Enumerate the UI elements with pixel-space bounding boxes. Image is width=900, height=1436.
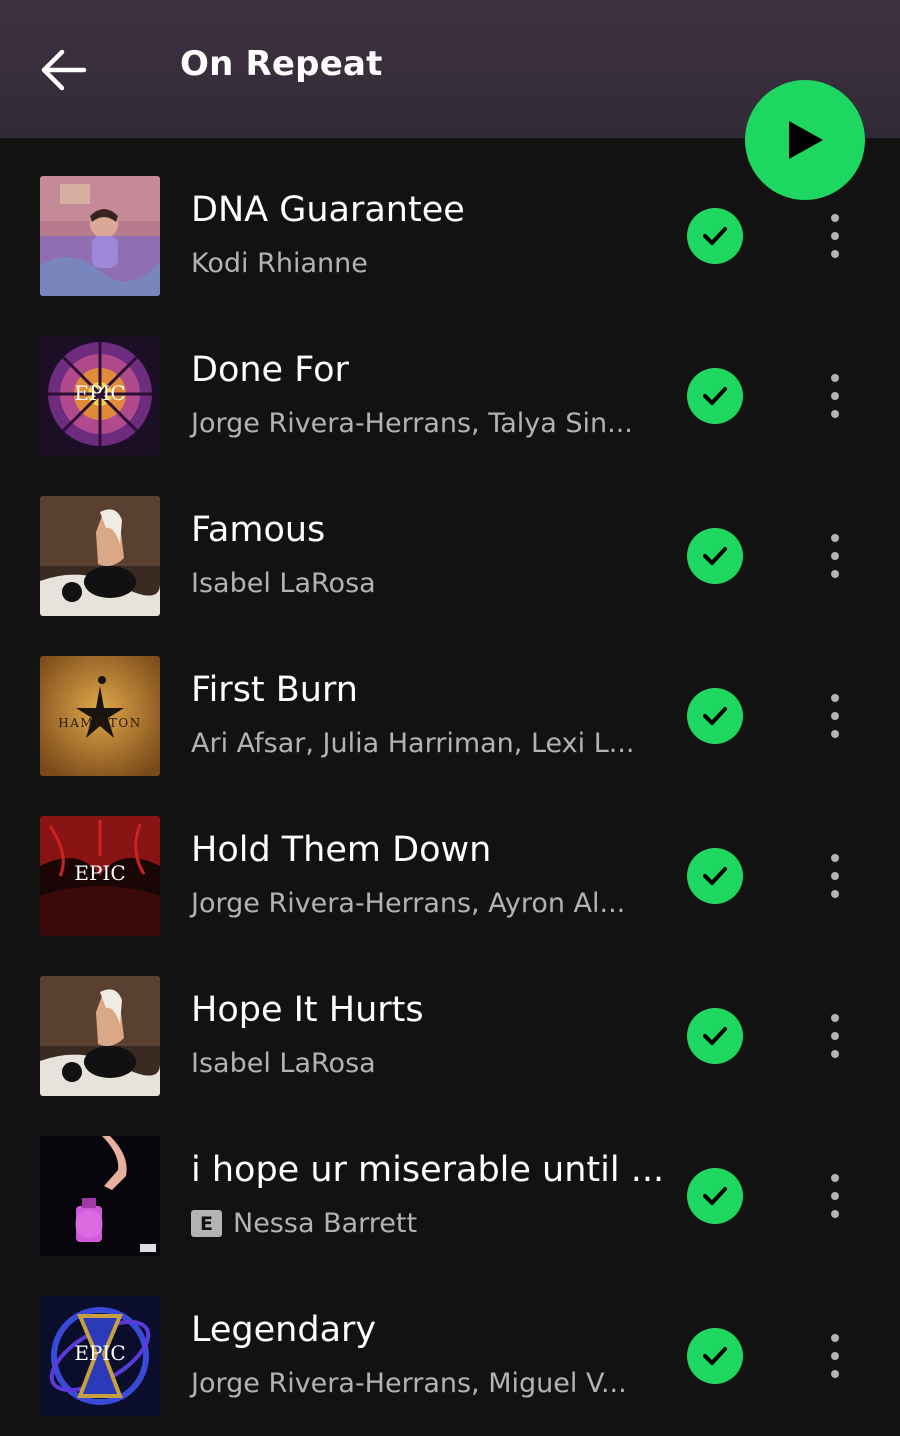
album-art-text: EPIC: [74, 1341, 125, 1365]
more-dot-icon: [831, 232, 839, 240]
track-title: First Burn: [191, 670, 358, 710]
more-dot-icon: [831, 214, 839, 222]
more-options-button[interactable]: [815, 1008, 855, 1064]
track-artist-line: Isabel LaRosa: [191, 568, 376, 599]
more-options-button[interactable]: [815, 368, 855, 424]
album-art: [40, 496, 160, 616]
album-art: [40, 1136, 160, 1256]
track-row[interactable]: EPIC Hold Them Down Jorge Rivera-Herrans…: [0, 796, 900, 956]
liked-check-button[interactable]: [687, 368, 743, 424]
more-dot-icon: [831, 552, 839, 560]
more-dot-icon: [831, 1014, 839, 1022]
liked-check-button[interactable]: [687, 1328, 743, 1384]
track-artist: Jorge Rivera-Herrans, Ayron Al...: [191, 888, 626, 919]
track-row[interactable]: HAMILTON First Burn Ari Afsar, Julia Har…: [0, 636, 900, 796]
album-art-text: EPIC: [74, 381, 125, 405]
more-options-button[interactable]: [815, 528, 855, 584]
more-dot-icon: [831, 570, 839, 578]
liked-check-button[interactable]: [687, 208, 743, 264]
more-dot-icon: [831, 730, 839, 738]
more-dot-icon: [831, 410, 839, 418]
liked-check-button[interactable]: [687, 688, 743, 744]
more-dot-icon: [831, 1192, 839, 1200]
track-artist-line: Jorge Rivera-Herrans, Talya Sin...: [191, 408, 633, 439]
more-dot-icon: [831, 1352, 839, 1360]
more-options-button[interactable]: [815, 688, 855, 744]
album-art: HAMILTON: [40, 656, 160, 776]
track-artist-line: Jorge Rivera-Herrans, Ayron Al...: [191, 888, 625, 919]
more-dot-icon: [831, 1370, 839, 1378]
more-dot-icon: [831, 1210, 839, 1218]
play-button[interactable]: [745, 80, 865, 200]
track-title: Famous: [191, 510, 326, 550]
track-artist: Isabel LaRosa: [191, 1048, 376, 1079]
album-art: EPIC: [40, 1296, 160, 1416]
track-title: DNA Guarantee: [191, 190, 465, 230]
track-title: Legendary: [191, 1310, 377, 1350]
check-icon: [703, 1187, 727, 1205]
album-art: EPIC: [40, 816, 160, 936]
check-icon: [703, 707, 727, 725]
track-artist-line: E Nessa Barrett: [191, 1208, 417, 1239]
track-row[interactable]: EPIC Done For Jorge Rivera-Herrans, Taly…: [0, 316, 900, 476]
more-dot-icon: [831, 1050, 839, 1058]
explicit-badge: E: [191, 1210, 222, 1237]
track-artist-line: Ari Afsar, Julia Harriman, Lexi L...: [191, 728, 635, 759]
track-list: DNA Guarantee Kodi Rhianne EPIC Done For: [0, 156, 900, 1436]
track-row[interactable]: i hope ur miserable until ... E Nessa Ba…: [0, 1116, 900, 1276]
more-dot-icon: [831, 1334, 839, 1342]
check-icon: [703, 1027, 727, 1045]
more-dot-icon: [831, 694, 839, 702]
track-artist: Isabel LaRosa: [191, 568, 376, 599]
track-title: Hope It Hurts: [191, 990, 424, 1030]
track-artist: Jorge Rivera-Herrans, Talya Sin...: [191, 408, 633, 439]
liked-check-button[interactable]: [687, 528, 743, 584]
more-dot-icon: [831, 374, 839, 382]
album-art: EPIC: [40, 336, 160, 456]
track-row[interactable]: Hope It Hurts Isabel LaRosa: [0, 956, 900, 1116]
track-artist: Ari Afsar, Julia Harriman, Lexi L...: [191, 728, 635, 759]
more-options-button[interactable]: [815, 1168, 855, 1224]
check-icon: [703, 387, 727, 405]
track-artist-line: Jorge Rivera-Herrans, Miguel V...: [191, 1368, 627, 1399]
album-art-text: EPIC: [74, 861, 125, 885]
track-title: Done For: [191, 350, 349, 390]
page-title: On Repeat: [180, 44, 383, 84]
back-button[interactable]: [30, 36, 98, 104]
back-arrow-icon: [41, 49, 87, 91]
liked-check-button[interactable]: [687, 1168, 743, 1224]
more-dot-icon: [831, 1174, 839, 1182]
check-icon: [703, 547, 727, 565]
more-dot-icon: [831, 872, 839, 880]
track-row[interactable]: EPIC Legendary Jorge Rivera-Herrans, Mig…: [0, 1276, 900, 1436]
check-icon: [703, 227, 727, 245]
liked-check-button[interactable]: [687, 848, 743, 904]
more-dot-icon: [831, 392, 839, 400]
track-title: i hope ur miserable until ...: [191, 1150, 661, 1190]
track-artist-line: Isabel LaRosa: [191, 1048, 376, 1079]
track-artist: Nessa Barrett: [233, 1208, 418, 1239]
play-icon: [789, 121, 823, 159]
track-artist-line: Kodi Rhianne: [191, 248, 368, 279]
more-dot-icon: [831, 854, 839, 862]
more-dot-icon: [831, 890, 839, 898]
album-art-text: HAMILTON: [58, 716, 142, 730]
more-options-button[interactable]: [815, 848, 855, 904]
check-icon: [703, 1347, 727, 1365]
more-options-button[interactable]: [815, 1328, 855, 1384]
more-dot-icon: [831, 534, 839, 542]
more-dot-icon: [831, 250, 839, 258]
track-row[interactable]: Famous Isabel LaRosa: [0, 476, 900, 636]
more-dot-icon: [831, 712, 839, 720]
track-title: Hold Them Down: [191, 830, 492, 870]
liked-check-button[interactable]: [687, 1008, 743, 1064]
album-art: [40, 176, 160, 296]
track-artist: Kodi Rhianne: [191, 248, 368, 279]
more-dot-icon: [831, 1032, 839, 1040]
track-artist: Jorge Rivera-Herrans, Miguel V...: [191, 1368, 627, 1399]
album-art: [40, 976, 160, 1096]
more-options-button[interactable]: [815, 208, 855, 264]
check-icon: [703, 867, 727, 885]
